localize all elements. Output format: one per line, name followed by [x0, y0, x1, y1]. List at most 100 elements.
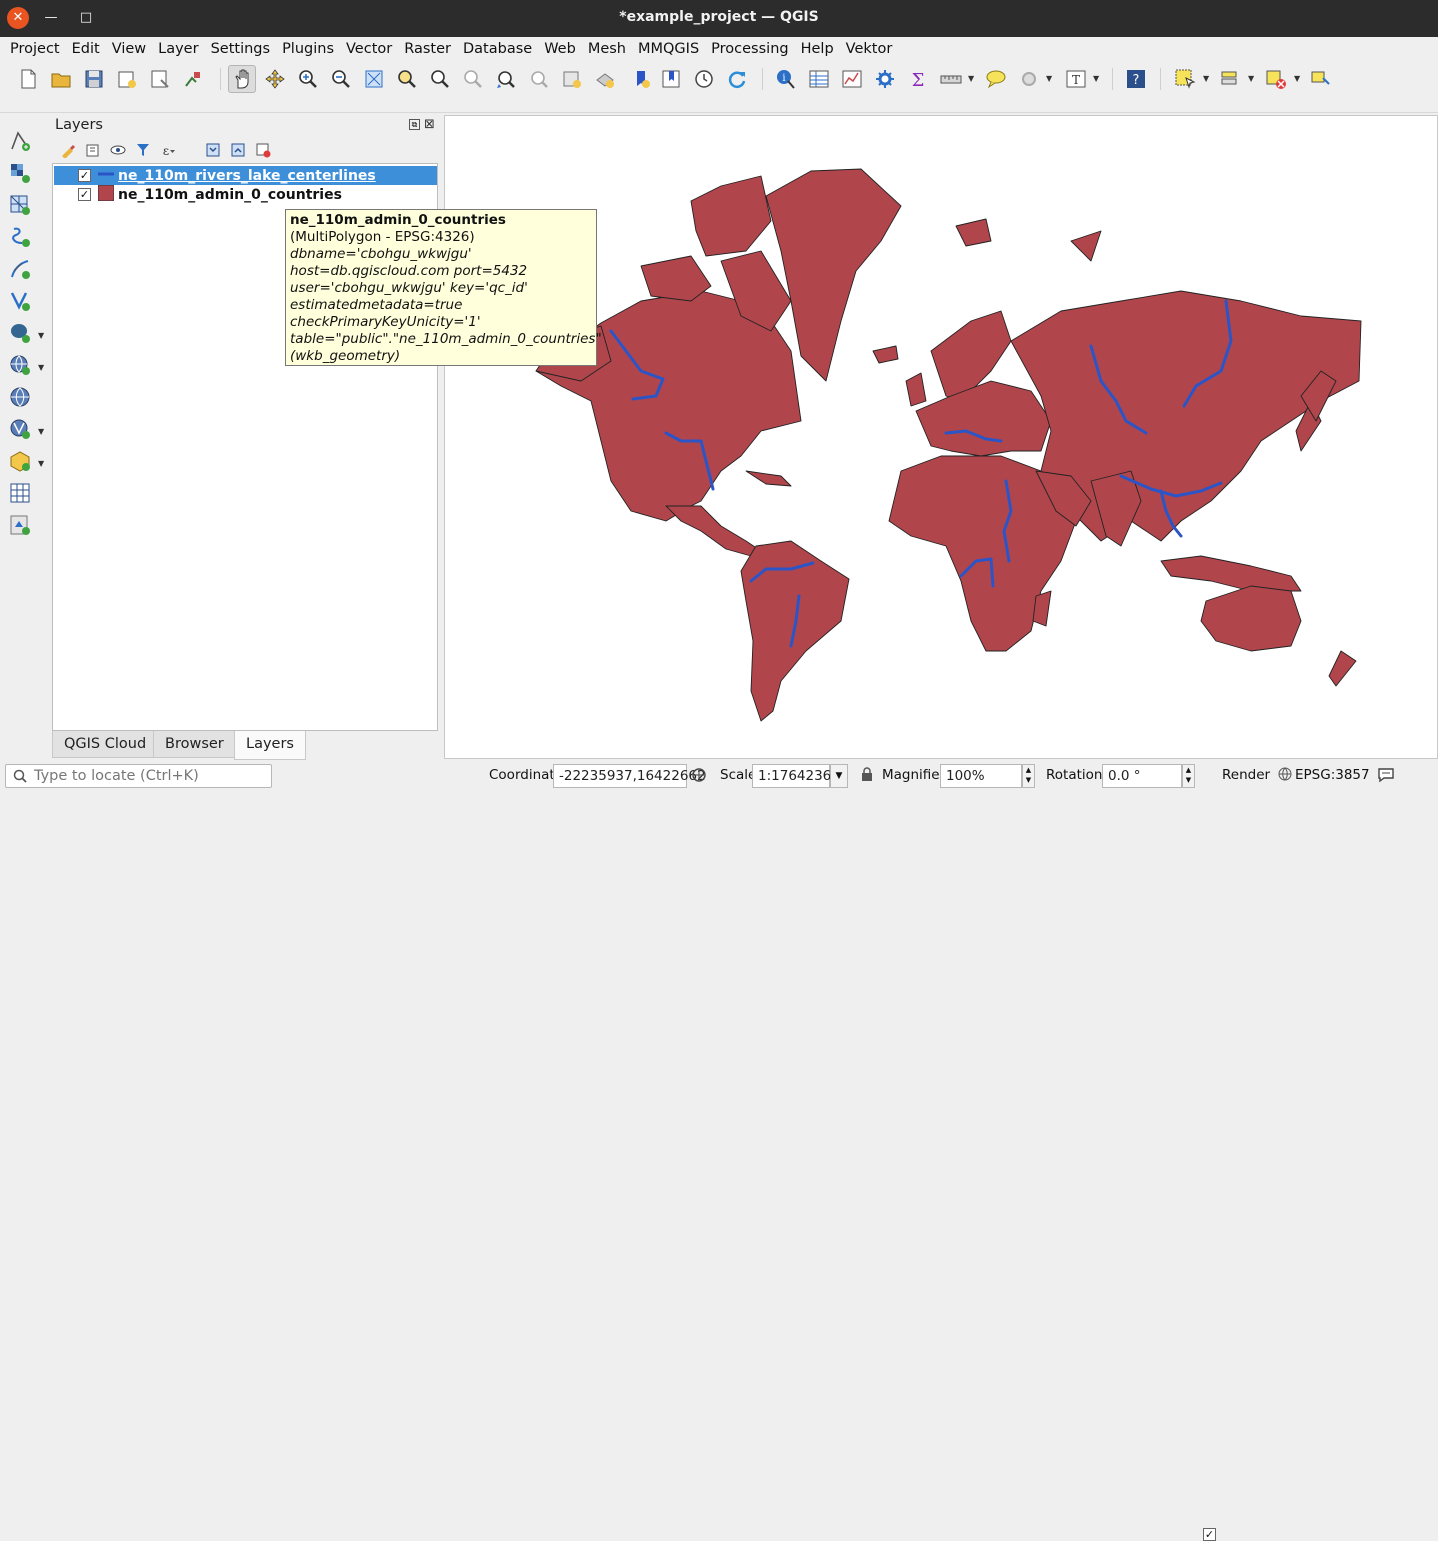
zoom-to-layer-icon[interactable]	[426, 65, 454, 93]
rotation-field[interactable]: 0.0 °	[1102, 764, 1182, 788]
wfs-dropdown-icon[interactable]: ▼	[38, 427, 44, 436]
save-project-icon[interactable]	[80, 65, 108, 93]
add-wms-layer-icon[interactable]	[6, 351, 34, 379]
crs-label[interactable]: EPSG:3857	[1295, 767, 1370, 783]
menu-processing[interactable]: Processing	[705, 41, 794, 57]
layer-row-countries[interactable]: ✓ ne_110m_admin_0_countries	[54, 184, 437, 204]
refresh-icon[interactable]	[723, 65, 751, 93]
remove-layer-icon[interactable]	[253, 140, 273, 160]
menu-project[interactable]: Project	[4, 41, 66, 57]
magnifier-spinner[interactable]: ▲ ▼	[1022, 764, 1035, 788]
create-layer-icon[interactable]	[6, 479, 34, 507]
menu-help[interactable]: Help	[795, 41, 840, 57]
add-wcs-layer-icon[interactable]	[6, 383, 34, 411]
identify-features-icon[interactable]: i	[772, 65, 800, 93]
rotation-spinner[interactable]: ▲ ▼	[1182, 764, 1195, 788]
tab-qgis-cloud[interactable]: QGIS Cloud	[52, 731, 159, 758]
show-spatial-bookmarks-icon[interactable]	[657, 65, 685, 93]
layer-visibility-checkbox[interactable]: ✓	[78, 188, 91, 201]
scale-dropdown-icon[interactable]: ▼	[830, 764, 848, 788]
deselect-icon[interactable]	[1262, 65, 1290, 93]
menu-settings[interactable]: Settings	[205, 41, 276, 57]
annotation-dropdown-icon[interactable]: ▼	[1046, 74, 1054, 83]
db-dropdown-icon[interactable]: ▼	[38, 459, 44, 468]
select-by-value-dropdown-icon[interactable]: ▼	[1248, 74, 1256, 83]
new-bookmark-icon[interactable]	[558, 65, 586, 93]
wms-dropdown-icon[interactable]: ▼	[38, 363, 44, 372]
add-delimited-text-icon[interactable]	[6, 223, 34, 251]
menu-plugins[interactable]: Plugins	[276, 41, 340, 57]
zoom-last-icon[interactable]	[492, 65, 520, 93]
menu-vector[interactable]: Vector	[340, 41, 398, 57]
text-annotation-dropdown-icon[interactable]: ▼	[1093, 74, 1101, 83]
menu-database[interactable]: Database	[457, 41, 538, 57]
field-calculator-icon[interactable]: Σ	[904, 65, 932, 93]
zoom-full-icon[interactable]	[360, 65, 388, 93]
collapse-all-icon[interactable]	[228, 140, 248, 160]
float-panel-icon[interactable]: ⧉	[409, 119, 420, 130]
measure-dropdown-icon[interactable]: ▼	[968, 74, 976, 83]
pan-map-icon[interactable]	[228, 65, 256, 93]
annotation-tools-icon[interactable]	[1015, 65, 1043, 93]
help-icon[interactable]: ?	[1122, 65, 1150, 93]
filter-expression-icon[interactable]: ε	[158, 140, 178, 160]
crs-globe-icon[interactable]	[1278, 767, 1292, 785]
coordinate-field[interactable]: -22235937,16422662	[553, 764, 706, 788]
add-raster-layer-icon[interactable]	[6, 159, 34, 187]
menu-vektor[interactable]: Vektor	[840, 41, 899, 57]
add-gps-layer-icon[interactable]	[6, 255, 34, 283]
new-project-icon[interactable]	[14, 65, 42, 93]
new-print-layout-icon[interactable]	[113, 65, 141, 93]
add-db-layer-icon[interactable]	[6, 447, 34, 475]
layer-row-rivers[interactable]: ✓ ne_110m_rivers_lake_centerlines	[54, 166, 437, 185]
add-wfs-layer-icon[interactable]	[6, 415, 34, 443]
add-group-icon[interactable]	[83, 140, 103, 160]
tab-browser[interactable]: Browser	[153, 731, 236, 758]
measure-icon[interactable]	[937, 65, 965, 93]
map-tips-icon[interactable]	[982, 65, 1010, 93]
zoom-in-icon[interactable]	[294, 65, 322, 93]
add-postgis-layer-icon[interactable]	[6, 319, 34, 347]
toolbox-icon[interactable]	[871, 65, 899, 93]
select-by-value-icon[interactable]	[1216, 65, 1244, 93]
menu-web[interactable]: Web	[538, 41, 582, 57]
lock-scale-icon[interactable]	[861, 767, 873, 785]
zoom-to-selection-icon[interactable]	[393, 65, 421, 93]
style-panel-icon[interactable]	[58, 140, 78, 160]
locator-search-input[interactable]: Type to locate (Ctrl+K)	[5, 764, 272, 788]
messages-icon[interactable]	[1377, 767, 1395, 787]
menu-raster[interactable]: Raster	[398, 41, 457, 57]
select-features-icon[interactable]	[1171, 65, 1199, 93]
statistical-summary-icon[interactable]	[838, 65, 866, 93]
style-manager-icon[interactable]	[179, 65, 207, 93]
new-spatial-bookmark-icon[interactable]	[628, 65, 656, 93]
menu-edit[interactable]: Edit	[66, 41, 106, 57]
open-attribute-table-icon[interactable]	[805, 65, 833, 93]
manage-visibility-icon[interactable]	[108, 140, 128, 160]
qgis-cloud-icon[interactable]	[6, 511, 34, 539]
close-panel-icon[interactable]: ⊠	[424, 117, 435, 132]
select-location-icon[interactable]	[1306, 65, 1334, 93]
menu-view[interactable]: View	[106, 41, 152, 57]
pan-to-selection-icon[interactable]	[261, 65, 289, 93]
show-bookmarks-icon[interactable]	[591, 65, 619, 93]
digitize-vertex-icon[interactable]	[6, 127, 34, 155]
add-mesh-layer-icon[interactable]	[6, 191, 34, 219]
zoom-next-icon[interactable]	[525, 65, 553, 93]
open-project-icon[interactable]	[47, 65, 75, 93]
select-dropdown-icon[interactable]: ▼	[1203, 74, 1211, 83]
temporal-controller-icon[interactable]	[690, 65, 718, 93]
zoom-native-icon[interactable]	[459, 65, 487, 93]
menu-layer[interactable]: Layer	[152, 41, 204, 57]
expand-all-icon[interactable]	[203, 140, 223, 160]
postgis-dropdown-icon[interactable]: ▼	[38, 331, 44, 340]
menu-mesh[interactable]: Mesh	[582, 41, 632, 57]
zoom-out-icon[interactable]	[327, 65, 355, 93]
render-checkbox[interactable]: ✓	[1203, 1528, 1216, 1541]
scale-field[interactable]: 1:176423696	[752, 764, 848, 788]
menu-mmqgis[interactable]: MMQGIS	[632, 41, 705, 57]
magnifier-field[interactable]: 100%	[940, 764, 1022, 788]
coordinate-toggle-icon[interactable]	[691, 767, 707, 787]
text-annotation-icon[interactable]: T	[1062, 65, 1090, 93]
deselect-dropdown-icon[interactable]: ▼	[1294, 74, 1302, 83]
